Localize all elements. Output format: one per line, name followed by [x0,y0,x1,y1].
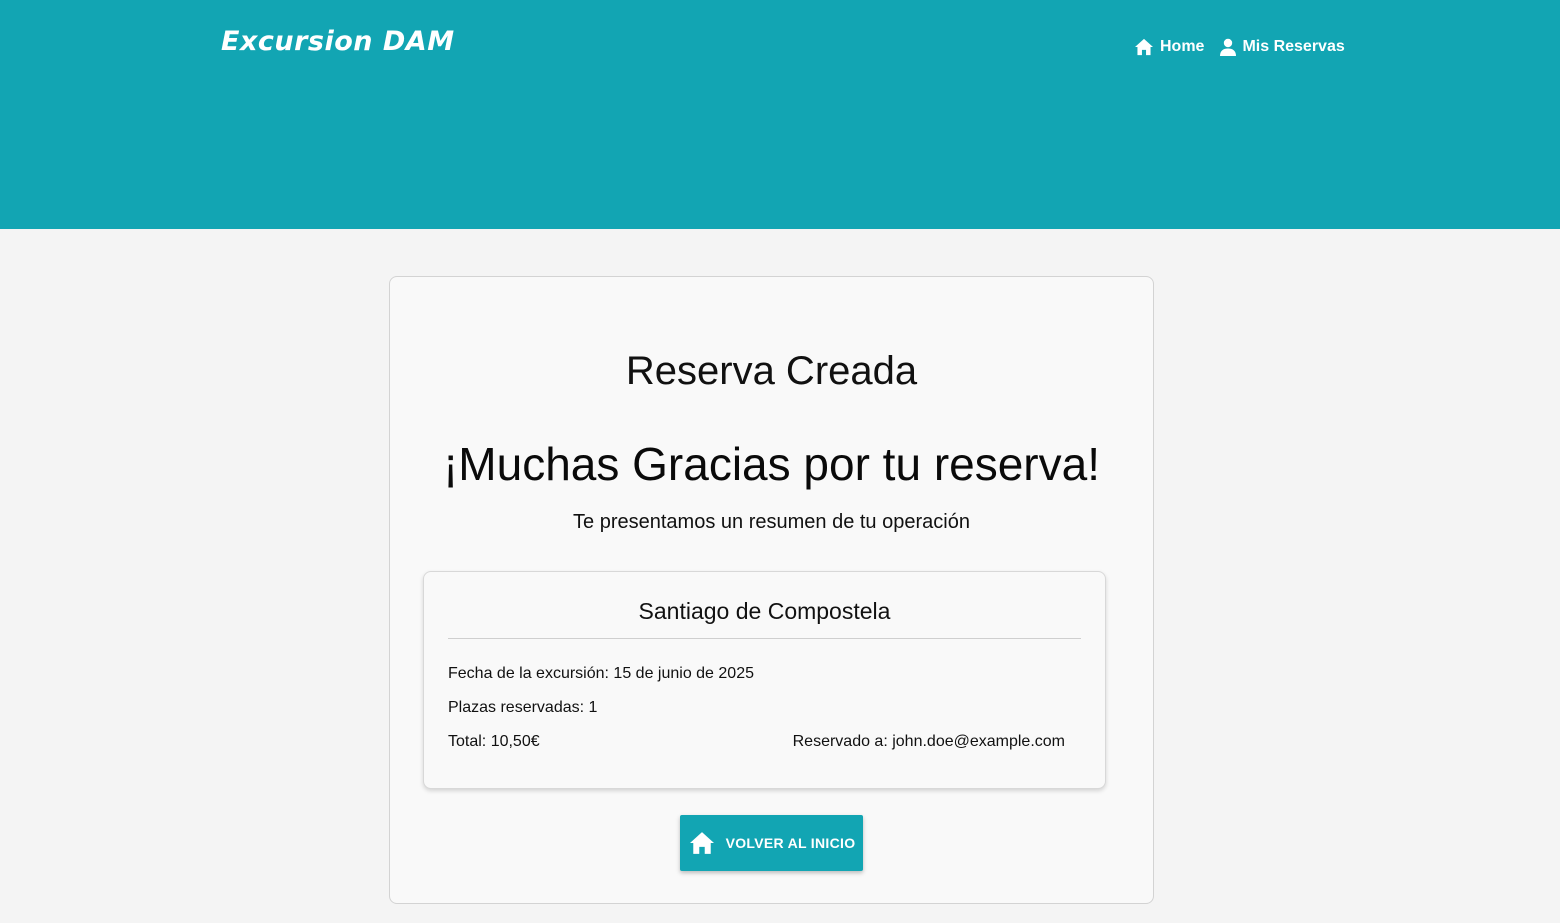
summary-subtitle: Te presentamos un resumen de tu operació… [573,511,970,533]
reserved-seats: Plazas reservadas: 1 [448,699,598,716]
reserved-to-email: Reservado a: john.doe@example.com [792,733,1065,750]
back-to-home-label: VOLVER AL INICIO [725,835,856,851]
home-icon [688,831,716,855]
total-price: Total: 10,50€ [448,733,540,750]
page-title: Reserva Creada [625,349,918,393]
nav-home-link[interactable]: Home [1134,36,1204,58]
back-to-home-button[interactable]: VOLVER AL INICIO [680,815,863,871]
nav-reservations-label: Mis Reservas [1242,38,1345,55]
thanks-heading: ¡Muchas Gracias por tu reserva! [442,438,1100,490]
top-header: Excursion DAM Home Mis Reservas [0,0,1560,229]
summary-divider [448,638,1081,639]
user-icon [1220,38,1237,56]
brand-logo[interactable]: Excursion DAM [221,26,455,57]
confirmation-card: Reserva Creada ¡Muchas Gracias por tu re… [389,276,1154,904]
destination-title: Santiago de Compostela [638,598,891,624]
home-icon [1134,38,1154,56]
nav-reservations-link[interactable]: Mis Reservas [1220,36,1345,58]
excursion-date: Fecha de la excursión: 15 de junio de 20… [448,665,754,682]
nav-home-label: Home [1160,38,1205,55]
main-nav: Home Mis Reservas [1134,36,1345,58]
booking-summary-card: Santiago de Compostela Fecha de la excur… [423,571,1106,789]
